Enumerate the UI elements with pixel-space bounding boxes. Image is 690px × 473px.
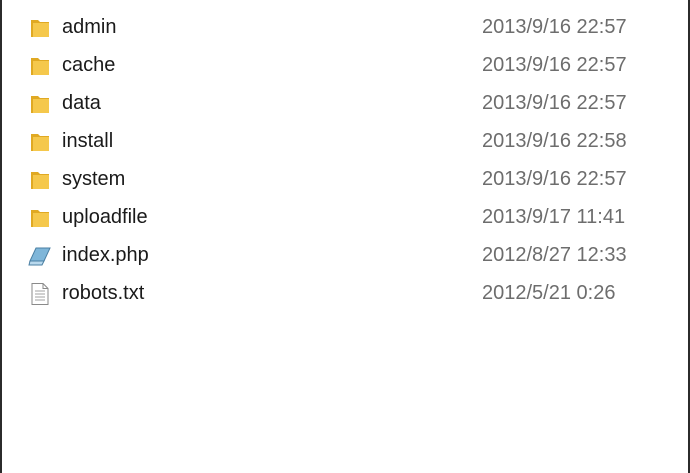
file-row-data[interactable]: data 2013/9/16 22:57 bbox=[2, 85, 688, 123]
folder-icon bbox=[28, 93, 52, 115]
file-modified-date: 2013/9/17 11:41 bbox=[482, 206, 626, 228]
php-file-icon bbox=[28, 245, 52, 267]
file-row-robots-txt[interactable]: robots.txt 2012/5/21 0:26 bbox=[2, 275, 688, 313]
folder-icon bbox=[28, 131, 52, 153]
folder-icon bbox=[28, 169, 52, 191]
file-modified-date: 2013/9/16 22:57 bbox=[482, 168, 627, 190]
file-name: uploadfile bbox=[62, 206, 148, 228]
file-name: data bbox=[62, 92, 101, 114]
file-name: install bbox=[62, 130, 114, 152]
file-row-index-php[interactable]: index.php 2012/8/27 12:33 bbox=[2, 237, 688, 275]
folder-icon bbox=[28, 17, 52, 39]
folder-icon bbox=[28, 207, 52, 229]
file-row-admin[interactable]: admin 2013/9/16 22:57 bbox=[2, 9, 688, 47]
file-row-uploadfile[interactable]: uploadfile 2013/9/17 11:41 bbox=[2, 199, 688, 237]
file-modified-date: 2013/9/16 22:58 bbox=[482, 130, 627, 152]
folder-icon bbox=[28, 55, 52, 77]
file-name: robots.txt bbox=[62, 282, 145, 304]
file-modified-date: 2013/9/16 22:57 bbox=[482, 54, 627, 76]
file-row-cache[interactable]: cache 2013/9/16 22:57 bbox=[2, 47, 688, 85]
file-name: system bbox=[62, 168, 126, 190]
file-modified-date: 2012/8/27 12:33 bbox=[482, 244, 627, 266]
file-row-install[interactable]: install 2013/9/16 22:58 bbox=[2, 123, 688, 161]
file-explorer-window: admin 2013/9/16 22:57 cache 2013/9/16 22… bbox=[0, 0, 690, 473]
file-modified-date: 2012/5/21 0:26 bbox=[482, 282, 616, 304]
file-list: admin 2013/9/16 22:57 cache 2013/9/16 22… bbox=[2, 9, 688, 313]
file-name: admin bbox=[62, 16, 117, 38]
file-name: cache bbox=[62, 54, 116, 76]
text-file-icon bbox=[28, 283, 52, 305]
file-row-system[interactable]: system 2013/9/16 22:57 bbox=[2, 161, 688, 199]
file-modified-date: 2013/9/16 22:57 bbox=[482, 92, 627, 114]
file-name: index.php bbox=[62, 244, 149, 266]
file-modified-date: 2013/9/16 22:57 bbox=[482, 16, 627, 38]
